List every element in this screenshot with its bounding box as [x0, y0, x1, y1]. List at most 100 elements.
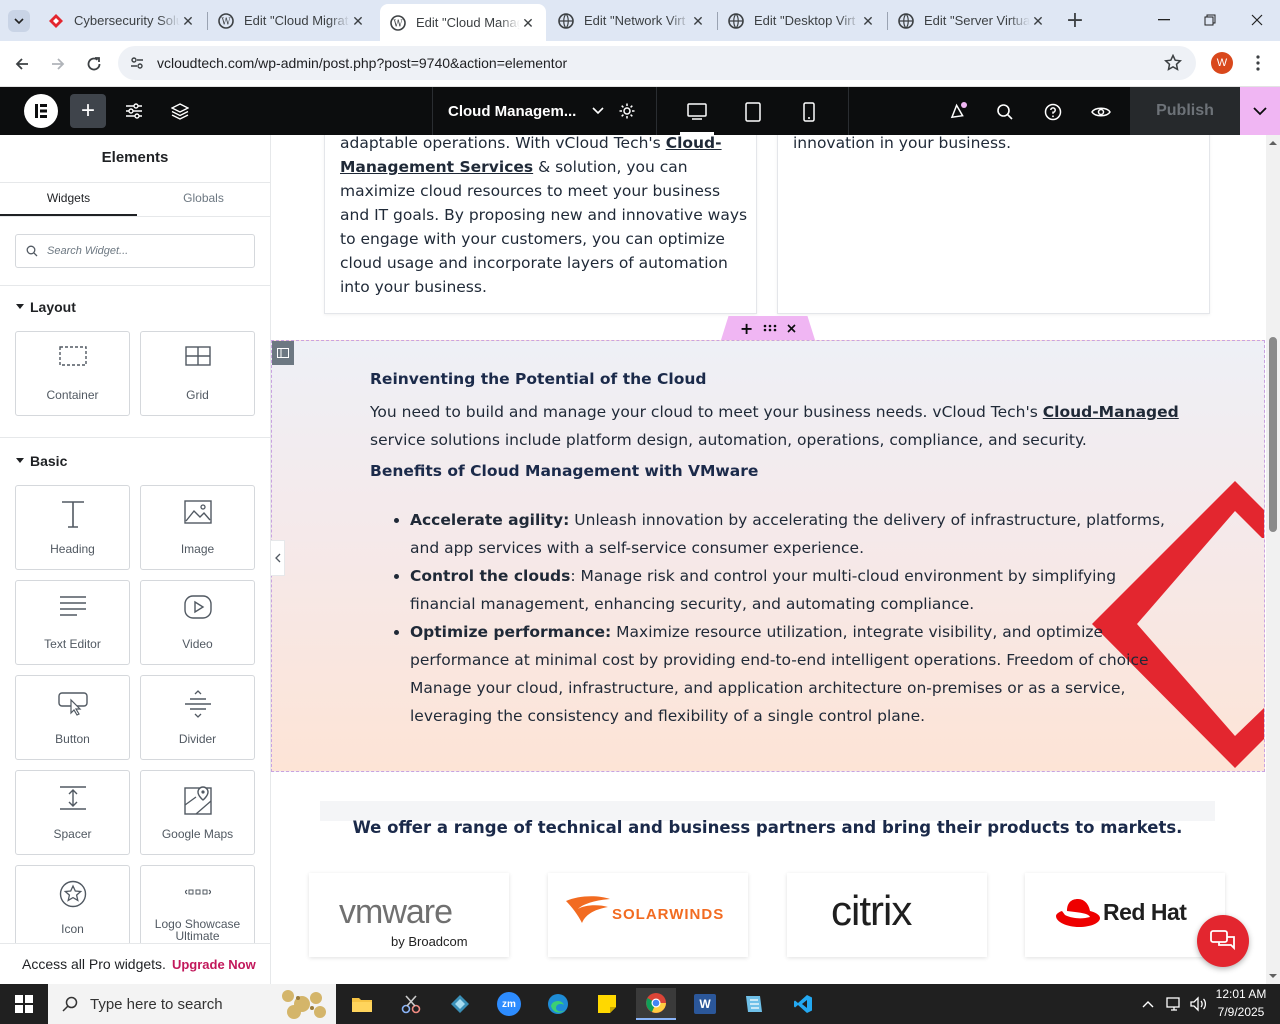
site-settings-icon[interactable] — [128, 55, 146, 71]
file-explorer-icon[interactable] — [342, 988, 382, 1020]
canvas-scrollbar[interactable] — [1266, 135, 1280, 984]
volume-icon[interactable] — [1188, 995, 1208, 1013]
add-section-plus-icon[interactable]: + — [740, 319, 753, 338]
reload-icon[interactable] — [82, 52, 106, 76]
close-icon[interactable]: ✕ — [860, 13, 876, 29]
widget-google-maps[interactable]: Google Maps — [140, 770, 255, 855]
snipping-tool-icon[interactable] — [391, 988, 431, 1020]
new-tab-plus-icon[interactable]: + — [1064, 8, 1086, 33]
widget-text-editor[interactable]: Text Editor — [15, 580, 130, 665]
app-notepad-icon[interactable] — [734, 988, 774, 1020]
tab-desktop-virt[interactable]: Edit "Desktop Virt ✕ — [718, 4, 886, 37]
tab-globals[interactable]: Globals — [137, 191, 270, 205]
close-window-icon[interactable] — [1243, 10, 1271, 30]
vscode-icon[interactable] — [783, 988, 823, 1020]
chrome-browser-icon[interactable] — [636, 988, 676, 1020]
help-icon[interactable] — [1040, 99, 1066, 125]
chat-widget-button[interactable] — [1197, 915, 1249, 967]
widget-button[interactable]: Button — [15, 675, 130, 760]
clock-time[interactable]: 12:01 AM — [1210, 987, 1272, 1001]
bookmark-star-icon[interactable] — [1164, 54, 1182, 72]
tab-server-virt[interactable]: Edit "Server Virtual ✕ — [888, 4, 1056, 37]
benefits-heading[interactable]: Benefits of Cloud Management with VMware — [370, 462, 758, 480]
intro-paragraph[interactable]: You need to build and manage your cloud … — [370, 398, 1190, 454]
notifications-megaphone-icon[interactable] — [944, 99, 970, 125]
scrollbar-thumb[interactable] — [1269, 337, 1277, 532]
tab-cloud-migration[interactable]: W Edit "Cloud Migrat ✕ — [208, 4, 376, 37]
add-element-plus-icon[interactable]: + — [70, 94, 106, 128]
category-layout[interactable]: Layout — [16, 299, 76, 315]
widget-heading[interactable]: Heading — [15, 485, 130, 570]
card-left-text[interactable]: adaptable operations. With vCloud Tech's… — [340, 135, 750, 299]
logo-card-citrix[interactable]: citrix — [787, 873, 987, 957]
close-icon[interactable]: ✕ — [1030, 13, 1046, 29]
link-cloud-managed[interactable]: Cloud-Managed — [1043, 403, 1179, 421]
search-icon[interactable] — [992, 99, 1018, 125]
widget-logo-showcase[interactable]: Logo Showcase Ultimate — [140, 865, 255, 950]
benefits-list[interactable]: Accelerate agility: Unleash innovation b… — [410, 506, 1180, 730]
back-arrow-icon[interactable] — [10, 52, 34, 76]
collapse-panel-tab[interactable] — [271, 540, 285, 576]
widget-grid[interactable]: Grid — [140, 331, 255, 416]
widget-video[interactable]: Video — [140, 580, 255, 665]
widget-container[interactable]: Container — [15, 331, 130, 416]
url-bar[interactable]: vcloudtech.com/wp-admin/post.php?post=97… — [118, 46, 1196, 80]
section-handle-icon[interactable] — [272, 341, 294, 365]
logo-card-vmware[interactable]: vmware by Broadcom — [309, 873, 509, 957]
profile-avatar[interactable]: W — [1211, 52, 1233, 74]
forward-arrow-icon[interactable] — [46, 52, 70, 76]
clock-date[interactable]: 7/9/2025 — [1210, 1005, 1272, 1019]
tab-search-chevron-icon[interactable] — [8, 10, 30, 32]
category-basic[interactable]: Basic — [16, 453, 67, 469]
zoom-icon[interactable]: zm — [489, 988, 529, 1020]
network-icon[interactable] — [1164, 995, 1184, 1013]
close-icon[interactable]: ✕ — [520, 15, 536, 31]
delete-section-x-icon[interactable] — [787, 323, 796, 333]
card-right[interactable] — [777, 135, 1210, 314]
elements-panel: Elements Widgets Globals Search Widget..… — [0, 135, 271, 984]
desktop-view-icon[interactable] — [684, 99, 710, 125]
paragraph-text: & solution, you can maximize cloud resou… — [340, 158, 748, 296]
tablet-view-icon[interactable] — [740, 99, 766, 125]
section-heading[interactable]: Reinventing the Potential of the Cloud — [370, 370, 707, 388]
browser-menu-icon[interactable] — [1250, 53, 1266, 73]
close-icon[interactable]: ✕ — [690, 13, 706, 29]
app-diamond-icon[interactable] — [440, 988, 480, 1020]
word-icon[interactable]: W — [685, 988, 725, 1020]
minimize-icon[interactable] — [1150, 10, 1178, 30]
site-settings-sliders-icon[interactable] — [122, 100, 146, 122]
widget-icon[interactable]: Icon — [15, 865, 130, 950]
mobile-view-icon[interactable] — [796, 99, 822, 125]
windows-start-icon[interactable] — [4, 988, 44, 1020]
link-cloud[interactable]: Cloud- — [666, 135, 722, 152]
logo-card-solarwinds[interactable]: SOLARWINDS — [548, 873, 748, 957]
publish-button[interactable]: Publish — [1130, 87, 1240, 135]
edge-browser-icon[interactable] — [538, 988, 578, 1020]
drag-handle-icon[interactable] — [763, 324, 777, 332]
layers-icon[interactable] — [168, 100, 192, 122]
page-title-dropdown[interactable]: Cloud Managem... — [448, 87, 604, 135]
widget-spacer[interactable]: Spacer — [15, 770, 130, 855]
sticky-notes-icon[interactable] — [587, 988, 627, 1020]
close-icon[interactable]: ✕ — [350, 13, 366, 29]
tab-cloud-management[interactable]: W Edit "Cloud Manag ✕ — [380, 4, 546, 41]
widget-image[interactable]: Image — [140, 485, 255, 570]
logo-card-redhat[interactable]: Red Hat — [1025, 873, 1225, 957]
tab-network-virt[interactable]: Edit "Network Virt ✕ — [548, 4, 716, 37]
show-hidden-icons-chevron-icon[interactable] — [1140, 996, 1156, 1012]
close-icon[interactable]: ✕ — [180, 13, 196, 29]
tab-cybersecurity[interactable]: Cybersecurity Solu ✕ — [38, 4, 206, 37]
restore-icon[interactable] — [1196, 10, 1224, 30]
link-management-services[interactable]: Management Services — [340, 158, 533, 176]
widget-divider[interactable]: Divider — [140, 675, 255, 760]
upgrade-now-link[interactable]: Upgrade Now — [172, 957, 256, 972]
partners-heading[interactable]: We offer a range of technical and busine… — [320, 818, 1215, 837]
publish-options-chevron-icon[interactable] — [1240, 87, 1280, 135]
preview-eye-icon[interactable] — [1088, 99, 1114, 125]
page-settings-gear-icon[interactable] — [615, 100, 639, 122]
tab-widgets[interactable]: Widgets — [0, 191, 137, 205]
search-widget-field[interactable]: Search Widget... — [15, 234, 255, 268]
taskbar-search-box[interactable]: Type here to search — [48, 984, 336, 1024]
elementor-logo-icon[interactable] — [24, 94, 58, 128]
selected-section[interactable]: Reinventing the Potential of the Cloud Y… — [271, 340, 1265, 772]
